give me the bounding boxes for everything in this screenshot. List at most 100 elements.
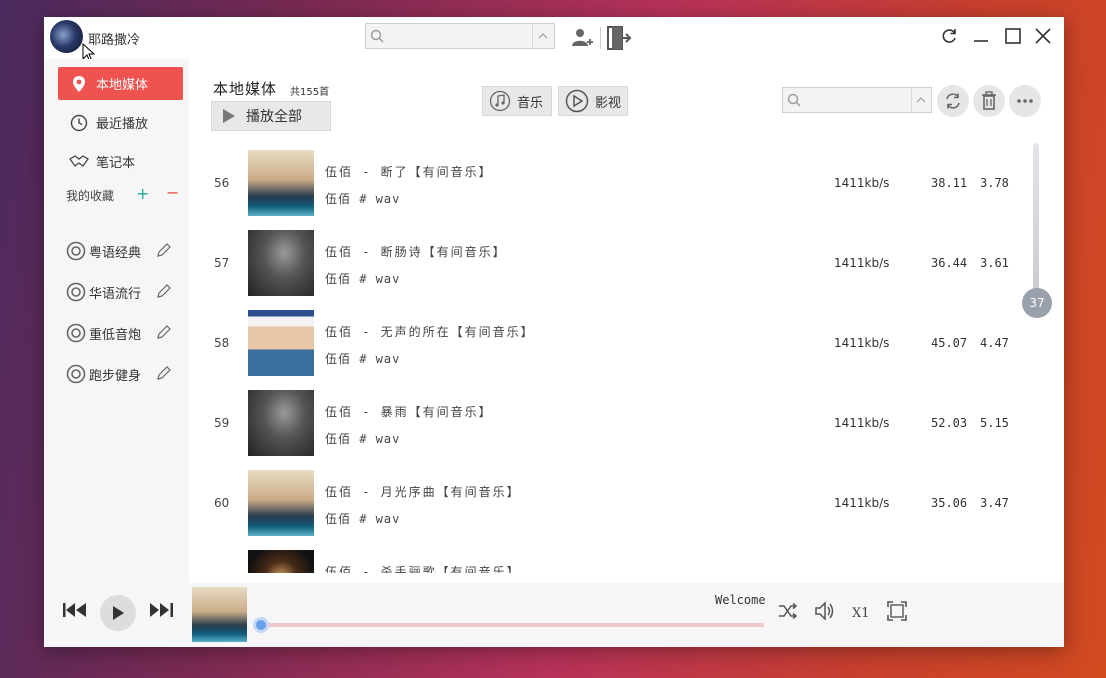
exit-icon[interactable] bbox=[606, 25, 632, 51]
tab-label: 影视 bbox=[595, 95, 622, 111]
shuffle-button[interactable] bbox=[778, 603, 798, 619]
song-number: 60 bbox=[214, 496, 230, 510]
play-icon bbox=[223, 109, 235, 123]
song-bitrate: 1411kb/s bbox=[834, 496, 890, 510]
sidebar-item-label: 本地媒体 bbox=[96, 78, 149, 93]
search-dropdown-button[interactable] bbox=[532, 24, 554, 48]
chevron-up-icon bbox=[916, 97, 926, 103]
disc-icon bbox=[66, 364, 86, 384]
search-icon bbox=[370, 29, 384, 43]
edit-icon[interactable] bbox=[156, 283, 172, 299]
tab-label: 音乐 bbox=[517, 95, 544, 111]
edit-icon[interactable] bbox=[156, 365, 172, 381]
next-button[interactable] bbox=[148, 601, 174, 619]
progress-bar[interactable] bbox=[258, 623, 764, 627]
album-cover bbox=[248, 310, 314, 376]
favorite-item[interactable]: 粤语经典 bbox=[66, 239, 176, 263]
song-count: 共155首 bbox=[290, 87, 330, 98]
more-icon bbox=[1017, 99, 1033, 103]
song-artist: 伍佰 # wav bbox=[325, 352, 401, 366]
favorite-item[interactable]: 跑步健身 bbox=[66, 362, 176, 386]
favorite-item[interactable]: 华语流行 bbox=[66, 280, 176, 304]
search-dropdown-button[interactable] bbox=[911, 88, 931, 112]
favorite-label: 华语流行 bbox=[89, 286, 142, 302]
song-title: 伍佰 - 断肠诗【有间音乐】 bbox=[325, 245, 507, 259]
close-icon[interactable] bbox=[1034, 27, 1052, 45]
minimize-icon[interactable] bbox=[972, 27, 990, 45]
song-row[interactable]: 56 伍佰 - 断了【有间音乐】 伍佰 # wav 1411kb/s 38.11… bbox=[189, 141, 1039, 221]
sidebar-item-notebook[interactable]: 笔记本 bbox=[58, 145, 183, 178]
shuffle-icon bbox=[779, 603, 798, 619]
song-size: 3.78 bbox=[980, 176, 1009, 190]
album-cover bbox=[248, 390, 314, 456]
song-duration: 52.03 bbox=[931, 416, 968, 430]
search-icon bbox=[787, 93, 801, 107]
previous-button[interactable] bbox=[62, 601, 88, 619]
previous-icon bbox=[63, 603, 86, 617]
now-playing-title: Welcome bbox=[715, 593, 766, 607]
progress-thumb[interactable] bbox=[253, 617, 269, 633]
disc-icon bbox=[66, 241, 86, 261]
favorite-item[interactable]: 重低音炮 bbox=[66, 321, 176, 345]
song-bitrate: 1411kb/s bbox=[834, 176, 890, 190]
scrollbar-track[interactable] bbox=[1033, 143, 1039, 303]
scrollbar-thumb[interactable]: 37 bbox=[1022, 288, 1052, 318]
disc-icon bbox=[66, 282, 86, 302]
song-duration: 36.44 bbox=[931, 256, 968, 270]
song-title: 伍佰 - 无声的所在【有间音乐】 bbox=[325, 325, 535, 339]
now-playing-cover[interactable] bbox=[192, 587, 247, 642]
refresh-list-button[interactable] bbox=[937, 85, 969, 117]
album-cover bbox=[248, 470, 314, 536]
sidebar-item-label: 最近播放 bbox=[96, 117, 149, 132]
avatar[interactable] bbox=[50, 20, 83, 53]
playback-speed[interactable]: X1 bbox=[852, 606, 870, 621]
favorites-header: 我的收藏 bbox=[66, 189, 115, 203]
song-list: 56 伍佰 - 断了【有间音乐】 伍佰 # wav 1411kb/s 38.11… bbox=[189, 141, 1039, 573]
favorite-label: 粤语经典 bbox=[89, 245, 142, 261]
clock-icon bbox=[68, 112, 90, 134]
song-number: 57 bbox=[214, 256, 230, 270]
add-favorite-icon[interactable]: + bbox=[136, 184, 149, 203]
favorite-label: 重低音炮 bbox=[89, 327, 142, 343]
edit-icon[interactable] bbox=[156, 242, 172, 258]
song-bitrate: 1411kb/s bbox=[834, 336, 890, 350]
top-search-input[interactable] bbox=[365, 23, 555, 49]
song-row[interactable]: 59 伍佰 - 暴雨【有间音乐】 伍佰 # wav 1411kb/s 52.03… bbox=[189, 381, 1039, 461]
album-cover bbox=[248, 150, 314, 216]
tab-video[interactable]: 影视 bbox=[558, 86, 628, 116]
song-size: 3.47 bbox=[980, 496, 1009, 510]
song-title: 伍佰 - 断了【有间音乐】 bbox=[325, 165, 493, 179]
add-user-icon[interactable] bbox=[571, 27, 593, 49]
volume-button[interactable] bbox=[814, 601, 836, 621]
remove-favorite-icon[interactable]: − bbox=[166, 183, 179, 202]
maximize-icon[interactable] bbox=[1004, 27, 1022, 45]
song-size: 3.61 bbox=[980, 256, 1009, 270]
sidebar-item-recent[interactable]: 最近播放 bbox=[58, 106, 183, 139]
song-row[interactable]: 60 伍佰 - 月光序曲【有间音乐】 伍佰 # wav 1411kb/s 35.… bbox=[189, 461, 1039, 541]
song-row[interactable]: 伍佰 - 杀手骊歌【有间音乐】 bbox=[189, 541, 1039, 573]
page-title: 本地媒体 bbox=[213, 80, 278, 98]
song-row[interactable]: 57 伍佰 - 断肠诗【有间音乐】 伍佰 # wav 1411kb/s 36.4… bbox=[189, 221, 1039, 301]
sidebar-item-local-media[interactable]: 本地媒体 bbox=[58, 67, 183, 100]
song-bitrate: 1411kb/s bbox=[834, 256, 890, 270]
play-all-label: 播放全部 bbox=[246, 109, 302, 125]
song-bitrate: 1411kb/s bbox=[834, 416, 890, 430]
song-duration: 38.11 bbox=[931, 176, 968, 190]
list-search-input[interactable] bbox=[782, 87, 932, 113]
more-button[interactable] bbox=[1009, 85, 1041, 117]
play-button[interactable] bbox=[100, 595, 136, 631]
song-number: 56 bbox=[214, 176, 230, 190]
delete-button[interactable] bbox=[973, 85, 1005, 117]
edit-icon[interactable] bbox=[156, 324, 172, 340]
play-all-button[interactable]: 播放全部 bbox=[211, 101, 331, 131]
sidebar: 本地媒体 最近播放 笔记本 我的收藏 + − 粤语经典 华语流行 重低音炮 跑步… bbox=[44, 59, 189, 583]
fullscreen-button[interactable] bbox=[887, 601, 907, 621]
music-note-icon bbox=[489, 90, 511, 112]
next-icon bbox=[150, 603, 173, 617]
location-pin-icon bbox=[68, 73, 90, 95]
sidebar-item-label: 笔记本 bbox=[96, 156, 136, 171]
song-row[interactable]: 58 伍佰 - 无声的所在【有间音乐】 伍佰 # wav 1411kb/s 45… bbox=[189, 301, 1039, 381]
tab-music[interactable]: 音乐 bbox=[482, 86, 552, 116]
refresh-window-icon[interactable] bbox=[940, 27, 958, 45]
song-artist: 伍佰 # wav bbox=[325, 272, 401, 286]
